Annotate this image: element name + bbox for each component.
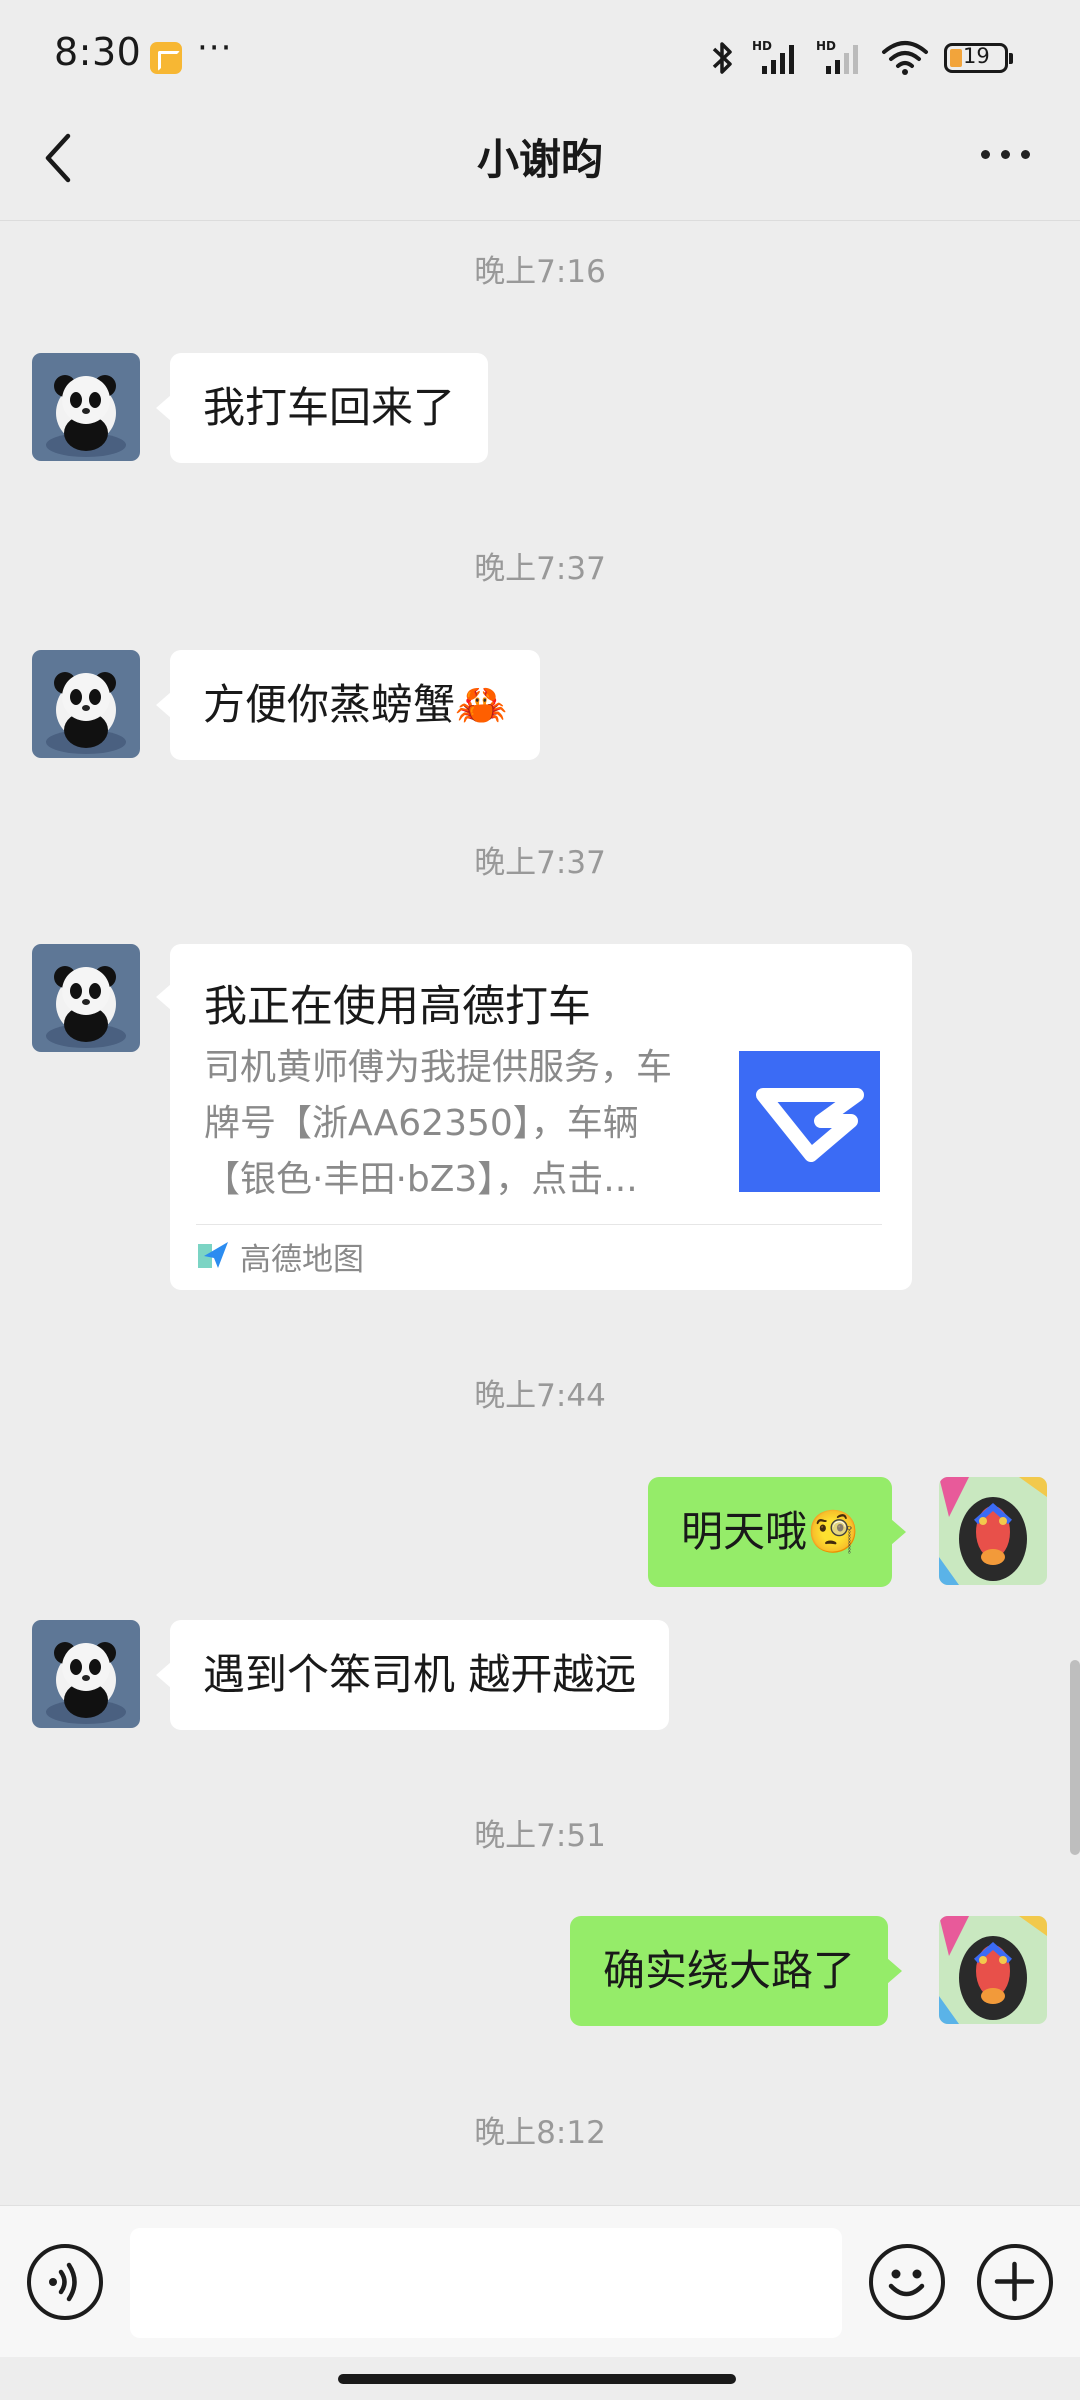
avatar-panda[interactable]: [32, 650, 140, 758]
timestamp: 晚上7:51: [474, 1818, 606, 1854]
plus-icon[interactable]: [977, 2244, 1053, 2320]
message-bubble-received[interactable]: 我打车回来了: [155, 353, 489, 463]
more-dots-icon[interactable]: [981, 150, 1030, 159]
message-bubble-sent[interactable]: 确实绕大路了: [570, 1916, 903, 2026]
timestamp: 晚上7:44: [474, 1378, 606, 1414]
amap-taxi-logo-icon: [739, 1051, 880, 1192]
card-divider: [196, 1224, 882, 1225]
avatar-panda[interactable]: [32, 1620, 140, 1728]
voice-icon[interactable]: [27, 2244, 103, 2320]
wifi-icon: [882, 41, 928, 75]
bluetooth-icon: [712, 42, 732, 74]
status-overflow: ···: [197, 28, 233, 68]
signal-hd-icon: HD: [816, 39, 858, 74]
card-desc-line: 司机黄师傅为我提供服务，车: [204, 1047, 673, 1088]
signal-hd-icon: HD: [752, 39, 794, 74]
message-bubble-received[interactable]: 方便你蒸螃蟹🦀: [155, 650, 541, 760]
chat-title: 小谢昀: [476, 135, 603, 184]
card-desc-line: 牌号【浙AA62350】，车辆: [204, 1103, 639, 1144]
timestamp: 晚上7:37: [474, 845, 606, 881]
timestamp: 晚上8:12: [474, 2115, 606, 2151]
message-bubble-received[interactable]: 遇到个笨司机 越开越远: [155, 1620, 670, 1730]
share-card-amap[interactable]: 我正在使用高德打车 司机黄师傅为我提供服务，车 牌号【浙AA62350】，车辆 …: [156, 944, 912, 1290]
battery-icon: 19: [944, 43, 1013, 73]
card-description: 司机黄师傅为我提供服务，车 牌号【浙AA62350】，车辆 【银色·丰田·bZ3…: [204, 1040, 704, 1208]
timestamp: 晚上7:16: [474, 254, 606, 290]
header-divider: [0, 220, 1080, 221]
battery-level: 19: [963, 44, 990, 68]
avatar-self[interactable]: [939, 1916, 1047, 2024]
emoji-icon[interactable]: [869, 2244, 945, 2320]
amap-logo-icon: [198, 1242, 228, 1268]
system-icons: HD HD 19: [708, 38, 1013, 78]
message-bubble-sent[interactable]: 明天哦🧐: [648, 1477, 907, 1587]
message-input[interactable]: [130, 2228, 842, 2338]
home-indicator[interactable]: [338, 2374, 736, 2384]
avatar-self[interactable]: [939, 1477, 1047, 1585]
card-source: 高德地图: [240, 1242, 364, 1278]
card-desc-line: 【银色·丰田·bZ3】，点击...: [204, 1159, 638, 1200]
avatar-panda[interactable]: [32, 353, 140, 461]
svg-text:HD: HD: [816, 39, 836, 53]
chat-scrollbar[interactable]: [1070, 1660, 1080, 1855]
svg-text:HD: HD: [752, 39, 772, 53]
notes-app-icon: [150, 42, 182, 74]
avatar-panda[interactable]: [32, 944, 140, 1052]
timestamp: 晚上7:37: [474, 551, 606, 587]
status-time: 8:30: [54, 30, 142, 74]
card-title: 我正在使用高德打车: [204, 982, 591, 1032]
